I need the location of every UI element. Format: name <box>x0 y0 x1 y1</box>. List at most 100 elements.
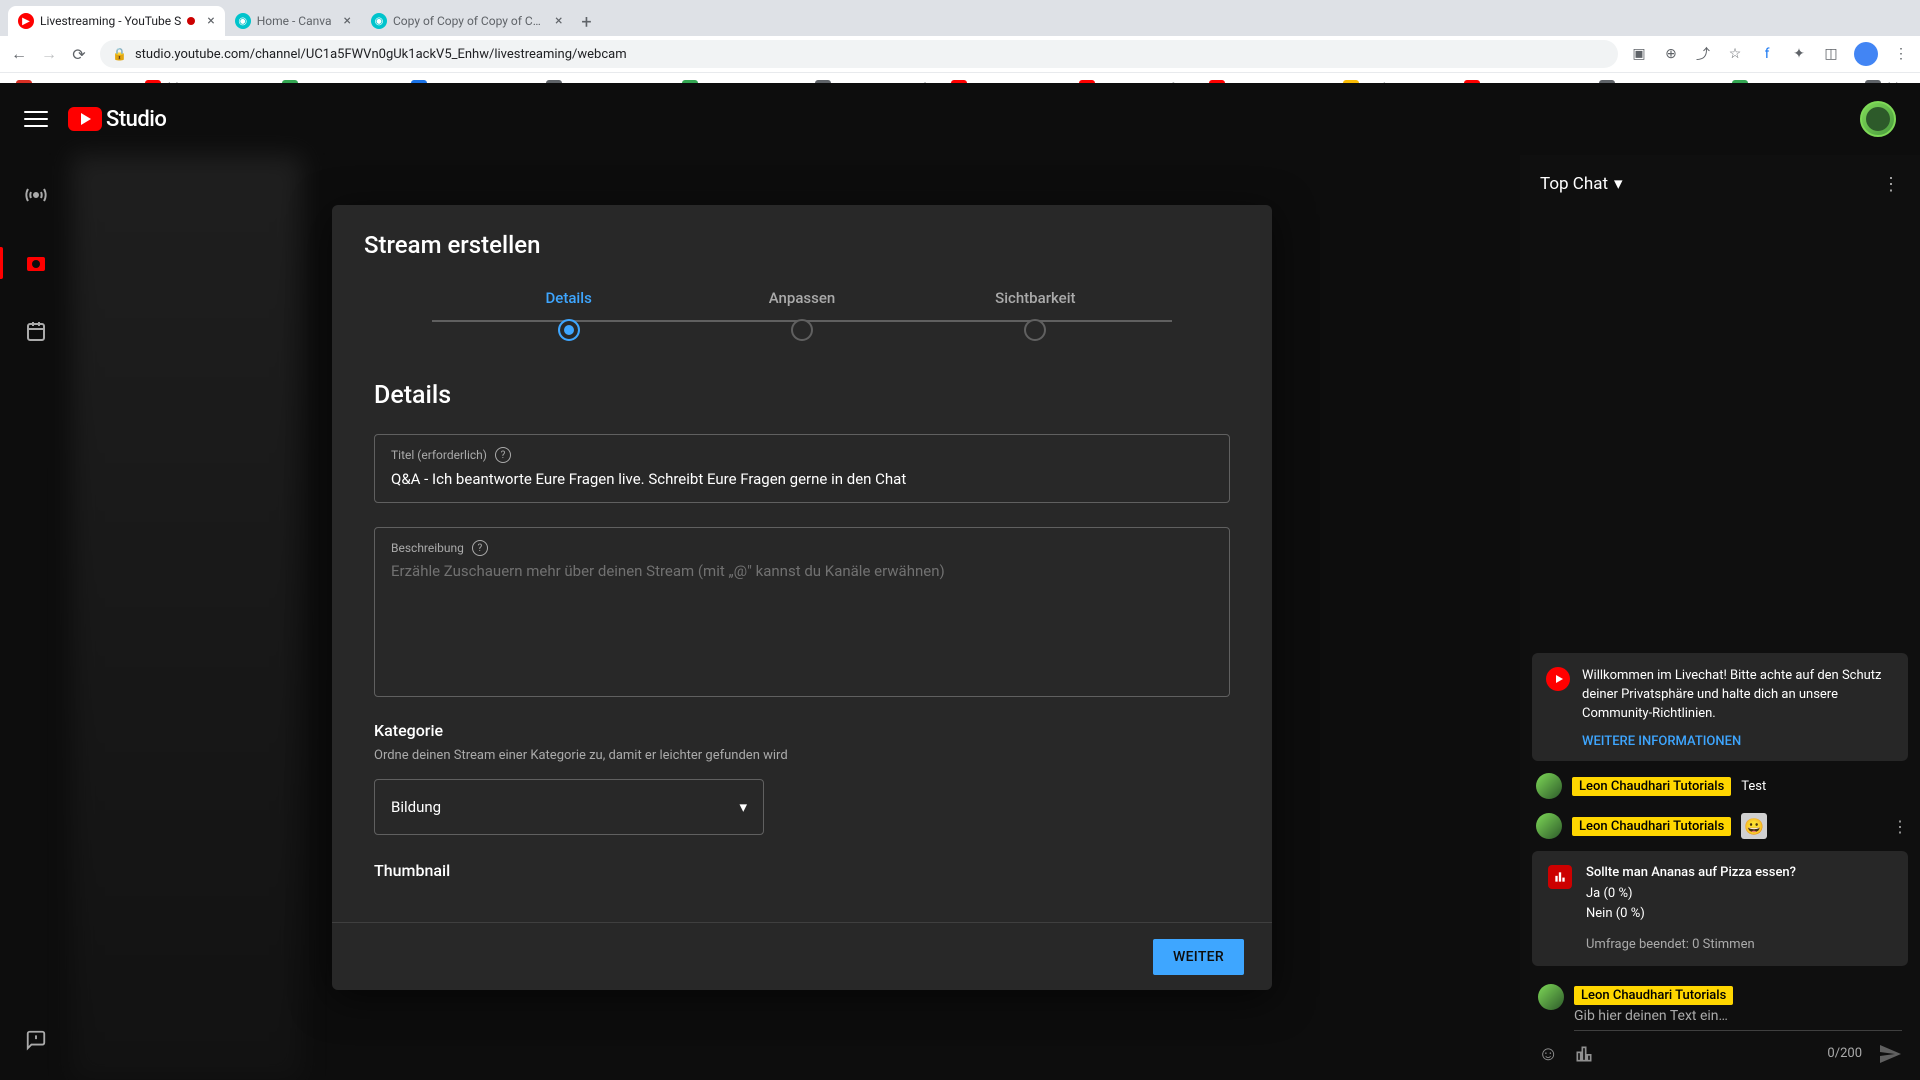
poll-option: Ja (0 %) <box>1586 884 1892 904</box>
zoom-icon[interactable]: ⊕ <box>1662 45 1680 63</box>
left-rail <box>0 155 72 1080</box>
browser-tab[interactable]: ◉ Home - Canva × <box>225 6 361 36</box>
puzzle-icon[interactable]: ✦ <box>1790 45 1808 63</box>
description-input[interactable] <box>391 562 1213 672</box>
tab-strip: ▶ Livestreaming - YouTube S × ◉ Home - C… <box>0 0 1920 36</box>
stream-icon[interactable] <box>16 175 56 215</box>
app-body: Stream erstellen Details Anpassen <box>0 155 1920 1080</box>
author-badge: Leon Chaudhari Tutorials <box>1574 986 1733 1005</box>
poll-status: Umfrage beendet: 0 Stimmen <box>1586 937 1892 952</box>
reload-icon[interactable]: ⟳ <box>70 45 88 63</box>
feedback-icon[interactable] <box>16 1020 56 1060</box>
modal-title: Stream erstellen <box>332 205 1272 269</box>
help-icon[interactable]: ? <box>472 540 488 556</box>
send-icon[interactable] <box>1878 1042 1902 1066</box>
share-icon[interactable]: ⤴ <box>1694 45 1712 63</box>
stepper: Details Anpassen Sichtbarkeit <box>332 269 1272 353</box>
char-counter: 0/200 <box>1827 1046 1862 1061</box>
field-label: Titel (erforderlich) ? <box>391 447 1213 463</box>
main-content: Stream erstellen Details Anpassen <box>72 155 1520 1080</box>
poll-icon[interactable] <box>1574 1044 1594 1064</box>
poll-icon <box>1548 865 1572 889</box>
toolbar-icons: ▣ ⊕ ⤴ ☆ f ✦ ◫ ⋮ <box>1630 42 1910 66</box>
url-input[interactable]: 🔒 studio.youtube.com/channel/UC1a5FWVn0g… <box>100 40 1618 68</box>
step-dot-icon <box>558 319 580 341</box>
chevron-down-icon: ▾ <box>739 798 747 816</box>
forward-icon[interactable]: → <box>40 45 58 63</box>
canva-favicon: ◉ <box>371 13 387 29</box>
tab-title: Copy of Copy of Copy of Cop <box>393 14 543 28</box>
section-title: Details <box>374 381 1230 410</box>
browser-tab-active[interactable]: ▶ Livestreaming - YouTube S × <box>8 6 225 36</box>
app-header: Studio <box>0 83 1920 155</box>
camera-icon[interactable]: ▣ <box>1630 45 1648 63</box>
browser-tab[interactable]: ◉ Copy of Copy of Copy of Cop × <box>361 6 572 36</box>
step-visibility[interactable]: Sichtbarkeit <box>919 289 1152 341</box>
star-icon[interactable]: ☆ <box>1726 45 1744 63</box>
poll-option: Nein (0 %) <box>1586 904 1892 924</box>
chat-input[interactable]: Gib hier deinen Text ein… <box>1574 1008 1902 1031</box>
browser-chrome: ▶ Livestreaming - YouTube S × ◉ Home - C… <box>0 0 1920 83</box>
extension-icon[interactable]: f <box>1758 45 1776 63</box>
chat-message: Leon Chaudhari Tutorials 😀 ⋮ <box>1532 811 1908 841</box>
user-avatar[interactable] <box>1860 101 1896 137</box>
lock-icon: 🔒 <box>112 47 127 61</box>
chat-mode-selector[interactable]: Top Chat ▾ <box>1540 174 1623 194</box>
tab-title: Home - Canva <box>257 14 332 28</box>
avatar[interactable] <box>1538 984 1564 1010</box>
category-select[interactable]: Bildung ▾ <box>374 779 764 835</box>
new-tab-button[interactable]: + <box>572 8 600 36</box>
modal-footer: WEITER <box>332 922 1272 990</box>
step-details[interactable]: Details <box>452 289 685 341</box>
profile-avatar[interactable] <box>1854 42 1878 66</box>
studio-logo[interactable]: Studio <box>68 107 166 132</box>
title-field[interactable]: Titel (erforderlich) ? <box>374 434 1230 503</box>
webcam-icon[interactable] <box>16 243 56 283</box>
emoji-icon: 😀 <box>1741 813 1767 839</box>
next-button[interactable]: WEITER <box>1153 939 1244 975</box>
menu-icon[interactable]: ⋮ <box>1892 45 1910 63</box>
more-info-link[interactable]: WEITERE INFORMATIONEN <box>1582 734 1894 749</box>
logo-text: Studio <box>106 107 166 132</box>
more-icon[interactable]: ⋮ <box>1892 817 1908 836</box>
avatar[interactable] <box>1536 813 1562 839</box>
author-badge[interactable]: Leon Chaudhari Tutorials <box>1572 817 1731 836</box>
step-customize[interactable]: Anpassen <box>685 289 918 341</box>
chevron-down-icon: ▾ <box>1614 174 1623 194</box>
close-icon[interactable]: × <box>344 13 351 29</box>
avatar[interactable] <box>1536 773 1562 799</box>
system-text: Willkommen im Livechat! Bitte achte auf … <box>1582 667 1894 724</box>
system-message: Willkommen im Livechat! Bitte achte auf … <box>1532 653 1908 761</box>
message-text: Test <box>1741 779 1766 794</box>
chat-header: Top Chat ▾ ⋮ <box>1520 155 1920 213</box>
poll-card: Sollte man Ananas auf Pizza essen? Ja (0… <box>1532 851 1908 966</box>
modal-body[interactable]: Details Titel (erforderlich) ? Beschreib… <box>332 353 1272 922</box>
description-field[interactable]: Beschreibung ? <box>374 527 1230 697</box>
manage-icon[interactable] <box>16 311 56 351</box>
chat-panel: Top Chat ▾ ⋮ Willkommen im Livechat! Bit… <box>1520 155 1920 1080</box>
more-icon[interactable]: ⋮ <box>1882 174 1900 195</box>
selected-value: Bildung <box>391 798 441 816</box>
chat-message: Leon Chaudhari Tutorials Test <box>1532 771 1908 801</box>
title-input[interactable] <box>391 470 1213 488</box>
chat-messages[interactable]: Willkommen im Livechat! Bitte achte auf … <box>1520 213 1920 974</box>
close-icon[interactable]: × <box>555 13 562 29</box>
help-icon[interactable]: ? <box>495 447 511 463</box>
tab-title: Livestreaming - YouTube S <box>40 14 181 28</box>
author-badge[interactable]: Leon Chaudhari Tutorials <box>1572 777 1731 796</box>
youtube-studio-app: Studio Stream erstellen <box>0 83 1920 1080</box>
recording-indicator-icon <box>187 17 195 25</box>
sidepanel-icon[interactable]: ◫ <box>1822 45 1840 63</box>
category-desc: Ordne deinen Stream einer Kategorie zu, … <box>374 748 1230 763</box>
category-title: Kategorie <box>374 721 1230 740</box>
youtube-icon <box>68 107 102 131</box>
poll-question: Sollte man Ananas auf Pizza essen? <box>1586 865 1892 880</box>
step-dot-icon <box>791 319 813 341</box>
back-icon[interactable]: ← <box>10 45 28 63</box>
close-icon[interactable]: × <box>207 13 214 29</box>
emoji-picker-icon[interactable]: ☺ <box>1538 1041 1558 1066</box>
url-text: studio.youtube.com/channel/UC1a5FWVn0gUk… <box>135 47 627 62</box>
hamburger-icon[interactable] <box>24 107 48 131</box>
field-label: Beschreibung ? <box>391 540 1213 556</box>
canva-favicon: ◉ <box>235 13 251 29</box>
